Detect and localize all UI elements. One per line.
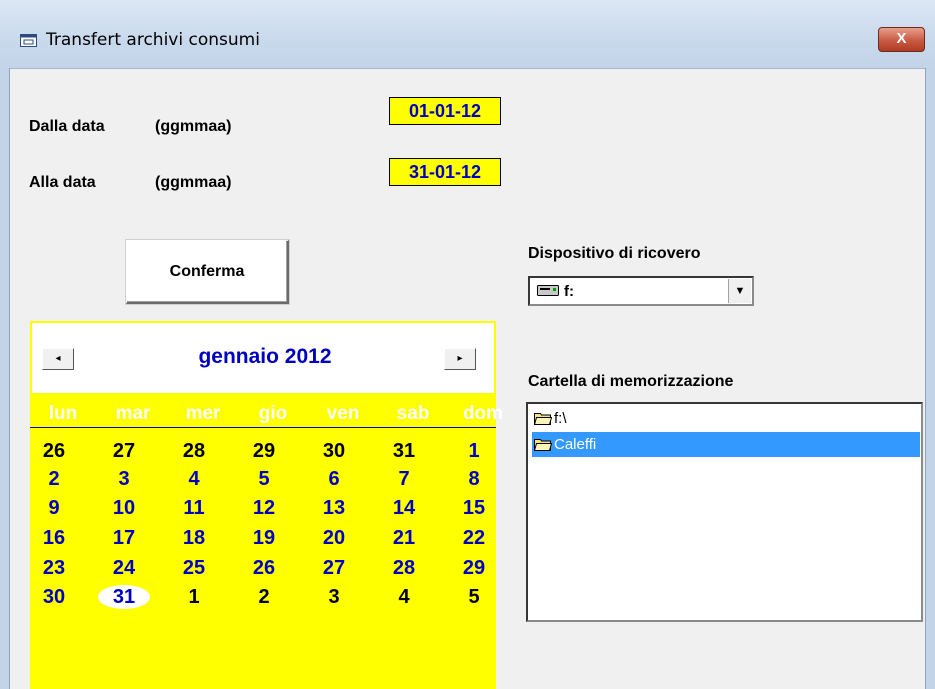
calendar-day[interactable]: 21	[378, 526, 430, 550]
calendar-day[interactable]: 31	[378, 439, 430, 463]
chevron-right-icon: ▸	[457, 353, 463, 364]
calendar-day[interactable]: 29	[448, 556, 500, 580]
close-button[interactable]: X	[878, 27, 925, 52]
calendar-day[interactable]: 29	[238, 439, 290, 463]
calendar-day[interactable]: 9	[28, 496, 80, 520]
from-date-input[interactable]: 01-01-12	[389, 97, 501, 125]
calendar-month-title: gennaio 2012	[198, 345, 332, 368]
calendar-day[interactable]: 15	[448, 496, 500, 520]
calendar-day[interactable]: 27	[98, 439, 150, 463]
calendar-day[interactable]: 23	[28, 556, 80, 580]
from-date-format: (ggmmaa)	[155, 118, 232, 135]
folder-item-caleffi[interactable]: Caleffi	[532, 432, 920, 457]
calendar-day[interactable]: 14	[378, 496, 430, 520]
device-label: Dispositivo di ricovero	[528, 245, 701, 262]
folder-label: Cartella di memorizzazione	[528, 373, 734, 390]
calendar-day[interactable]: 30	[28, 585, 80, 609]
calendar-day[interactable]: 5	[448, 585, 500, 609]
weekday-label: gio	[258, 403, 288, 424]
weekday-header-row: lun mar mer gio ven sab dom	[30, 403, 503, 428]
calendar-day[interactable]: 25	[168, 556, 220, 580]
calendar-day[interactable]: 13	[308, 496, 360, 520]
window-frame-right	[925, 68, 935, 689]
calendar-day[interactable]: 6	[308, 467, 360, 491]
calendar-day[interactable]: 19	[238, 526, 290, 550]
calendar-day[interactable]: 28	[378, 556, 430, 580]
calendar-day[interactable]: 4	[378, 585, 430, 609]
calendar-day[interactable]: 18	[168, 526, 220, 550]
calendar-day[interactable]: 2	[238, 585, 290, 609]
calendar-day[interactable]: 28	[168, 439, 220, 463]
calendar-day[interactable]: 11	[168, 496, 220, 520]
calendar-header: ◂ gennaio 2012 ▸	[32, 323, 494, 393]
window-frame-left	[0, 68, 10, 689]
app-window: Transfert archivi consumi X Dalla data (…	[0, 0, 935, 689]
window-title: Transfert archivi consumi	[46, 30, 260, 50]
to-date-label: Alla data	[29, 174, 96, 191]
title-bar[interactable]: Transfert archivi consumi X	[0, 0, 935, 69]
calendar-day[interactable]: 1	[168, 585, 220, 609]
calendar-day[interactable]: 26	[238, 556, 290, 580]
folder-list[interactable]: f:\ Caleffi	[526, 402, 923, 622]
confirm-button[interactable]: Conferma	[126, 240, 289, 304]
calendar-day[interactable]: 3	[98, 467, 150, 491]
to-date-format: (ggmmaa)	[155, 174, 232, 191]
calendar-day[interactable]: 20	[308, 526, 360, 550]
calendar-day[interactable]: 27	[308, 556, 360, 580]
folder-open-icon	[534, 439, 552, 451]
drive-icon	[537, 285, 559, 296]
weekday-label: mar	[115, 403, 151, 424]
folder-item-label: Caleffi	[554, 436, 597, 453]
calendar-day[interactable]: 16	[28, 526, 80, 550]
calendar-day[interactable]: 30	[308, 439, 360, 463]
chevron-down-icon[interactable]: ▼	[728, 279, 751, 303]
weekday-label: mer	[185, 403, 221, 424]
calendar-day[interactable]: 3	[308, 585, 360, 609]
folder-item-root[interactable]: f:\	[532, 406, 920, 431]
device-selected-value: f:	[564, 283, 574, 300]
weekday-label: sab	[396, 403, 430, 424]
app-icon	[20, 34, 37, 47]
from-date-label: Dalla data	[29, 118, 105, 135]
calendar-day[interactable]: 31	[98, 585, 150, 609]
calendar-day[interactable]: 8	[448, 467, 500, 491]
calendar-day[interactable]: 10	[98, 496, 150, 520]
device-select[interactable]: f: ▼	[528, 276, 754, 306]
calendar-day[interactable]: 22	[448, 526, 500, 550]
next-month-button[interactable]: ▸	[444, 348, 476, 370]
calendar-day[interactable]: 7	[378, 467, 430, 491]
calendar-day[interactable]: 2	[28, 467, 80, 491]
calendar-day[interactable]: 12	[238, 496, 290, 520]
calendar-day[interactable]: 26	[28, 439, 80, 463]
calendar-day[interactable]: 1	[448, 439, 500, 463]
calendar-day[interactable]: 24	[98, 556, 150, 580]
folder-item-label: f:\	[554, 410, 567, 427]
folder-open-icon	[534, 413, 552, 425]
weekday-label: lun	[48, 403, 78, 424]
calendar-day[interactable]: 5	[238, 467, 290, 491]
weekday-label: dom	[462, 403, 504, 424]
weekday-label: ven	[326, 403, 360, 424]
calendar-day[interactable]: 4	[168, 467, 220, 491]
calendar-day[interactable]: 17	[98, 526, 150, 550]
to-date-input[interactable]: 31-01-12	[389, 158, 501, 186]
close-icon: X	[896, 30, 907, 47]
calendar: ◂ gennaio 2012 ▸ lun mar mer gio ven sab dom 2…	[28, 321, 503, 689]
